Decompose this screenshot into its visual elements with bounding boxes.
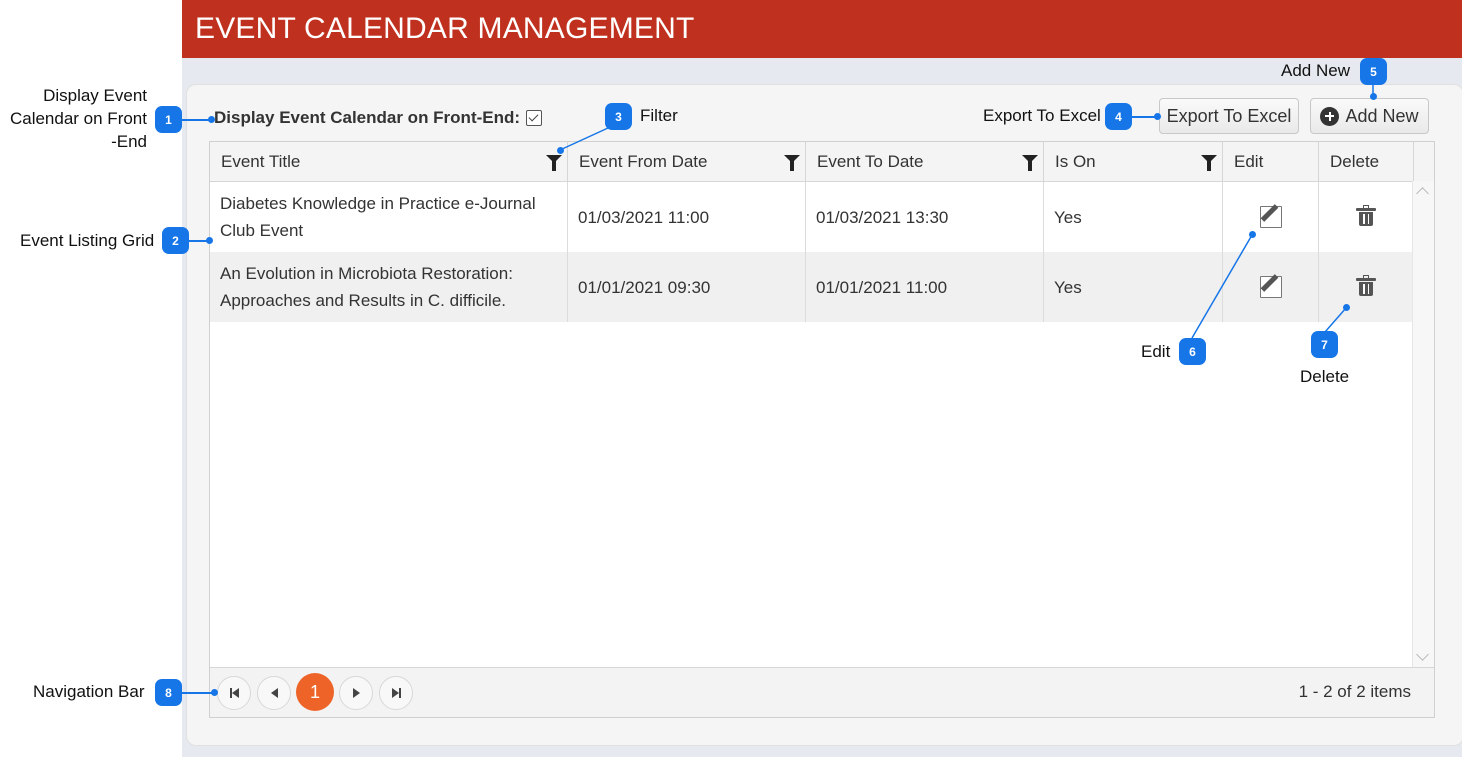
callout-line-delete <box>1324 307 1347 333</box>
annotation-badge-2: 2 <box>162 227 189 254</box>
annotation-line: Calendar on Front <box>9 109 147 128</box>
callout-dot <box>206 237 213 244</box>
annotation-grid-label: Event Listing Grid <box>20 231 155 250</box>
annotation-front-end-label-3: -End <box>100 132 147 152</box>
annotation-badge-1: 1 <box>155 106 182 133</box>
annotation-add-new-label: Add New <box>1281 61 1350 80</box>
annotation-line: -End <box>111 132 147 151</box>
annotation-badge-3: 3 <box>605 103 632 130</box>
annotation-front-end-label: Display Event <box>43 86 147 106</box>
annotation-filter-label: Filter <box>640 106 678 125</box>
callout-line-edit <box>1191 234 1253 339</box>
annotation-delete-label: Delete <box>1300 367 1350 386</box>
callout-dot <box>208 116 215 123</box>
callout-dot <box>1370 93 1377 100</box>
annotation-front-end-label-2: Calendar on Front <box>7 109 147 129</box>
callout-dot <box>1249 231 1256 238</box>
callout-dot <box>1154 113 1161 120</box>
annotation-badge-6: 6 <box>1179 338 1206 365</box>
annotation-badge-4: 4 <box>1105 103 1132 130</box>
annotation-export-label: Export To Excel <box>983 106 1101 125</box>
callout-line-filter <box>559 127 609 151</box>
annotation-badge-5: 5 <box>1360 58 1387 85</box>
annotation-line: Display Event <box>43 86 147 105</box>
annotation-edit-label: Edit <box>1141 342 1171 361</box>
callout-dot <box>211 689 218 696</box>
annotation-badge-7: 7 <box>1311 331 1338 358</box>
callout-dot <box>557 147 564 154</box>
callout-line <box>182 692 214 694</box>
annotation-badge-8: 8 <box>155 679 182 706</box>
callout-dot <box>1343 304 1350 311</box>
callout-lines <box>559 84 1374 339</box>
annotation-navigation-label: Navigation Bar <box>33 682 145 701</box>
